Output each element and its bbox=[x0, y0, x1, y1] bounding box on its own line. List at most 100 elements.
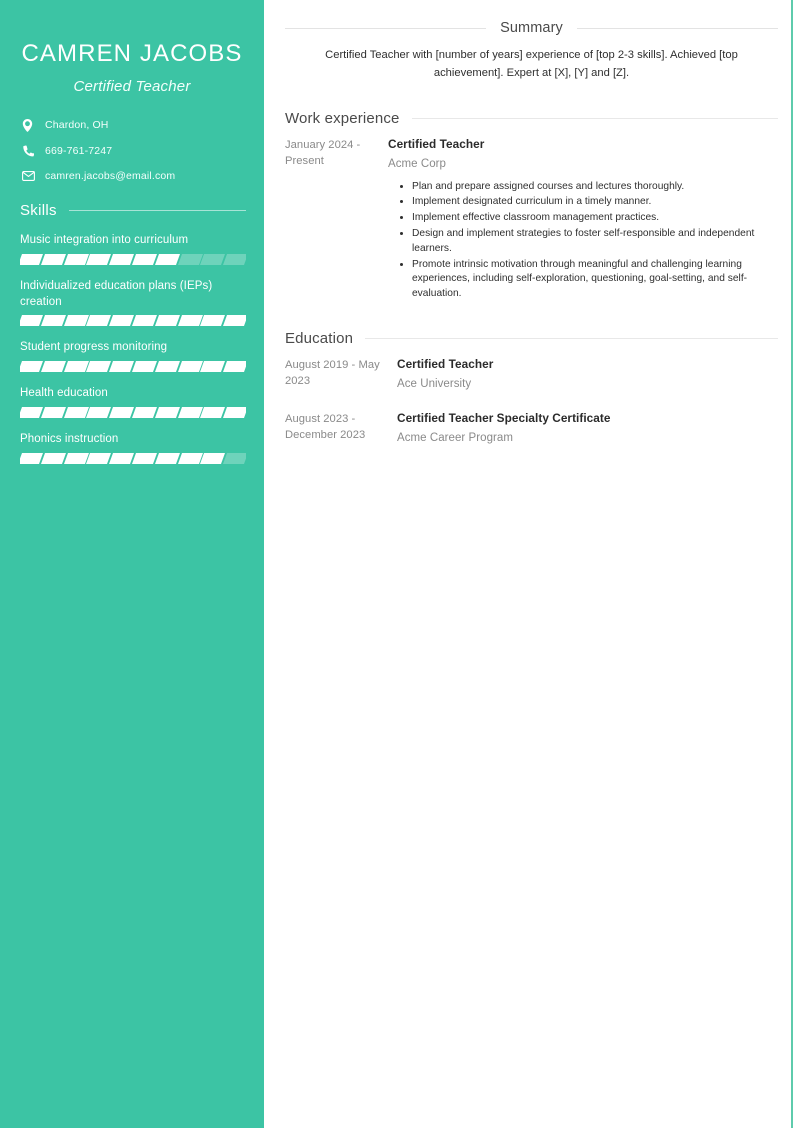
sidebar: CAMREN JACOBS Certified Teacher Chardon,… bbox=[0, 0, 264, 1128]
skill-level-bar bbox=[20, 407, 246, 419]
entry-organization: Acme Corp bbox=[388, 158, 446, 171]
entry-bullet: Implement effective classroom management… bbox=[412, 211, 778, 226]
skill-segment-filled bbox=[177, 407, 203, 419]
contact-location-value: Chardon, OH bbox=[45, 119, 109, 132]
skill-segment-filled bbox=[177, 452, 203, 464]
contact-phone: 669-761-7247 bbox=[22, 145, 246, 157]
summary-rule-left bbox=[285, 27, 487, 29]
identity-block: CAMREN JACOBS Certified Teacher bbox=[0, 0, 264, 95]
candidate-name: CAMREN JACOBS bbox=[21, 40, 243, 67]
education-heading: Education bbox=[285, 329, 354, 347]
experience-entry: August 2023 - December 2023 Certified Tea… bbox=[285, 410, 778, 448]
skill-segment-filled bbox=[86, 452, 112, 464]
skill-segment-filled bbox=[109, 452, 134, 464]
skill-segment-filled bbox=[63, 407, 89, 419]
location-pin-icon bbox=[22, 118, 38, 132]
entry-role: Certified Teacher bbox=[397, 356, 494, 371]
work-heading: Work experience bbox=[285, 109, 400, 127]
education-heading-row: Education bbox=[285, 330, 778, 347]
entry-role: Certified Teacher bbox=[388, 136, 485, 151]
skill-segment-filled bbox=[20, 361, 43, 373]
skill-level-bar bbox=[20, 253, 246, 265]
skill-segment-filled bbox=[131, 253, 157, 265]
summary-heading-row: Summary bbox=[285, 20, 778, 36]
skill-segment-empty bbox=[200, 253, 226, 265]
skill-segment-filled bbox=[86, 361, 112, 373]
skill-name: Student progress monitoring bbox=[20, 341, 168, 354]
skill-segment-empty bbox=[223, 452, 246, 464]
skill-segment-filled bbox=[131, 315, 157, 327]
skill-segment-filled bbox=[223, 315, 246, 327]
skill-segment-filled bbox=[63, 315, 89, 327]
skill-segment-filled bbox=[154, 253, 180, 265]
skill-segment-filled bbox=[131, 407, 157, 419]
main-content: Summary Certified Teacher with [number o… bbox=[264, 0, 800, 1128]
skill-segment-filled bbox=[40, 452, 66, 464]
skill-segment-filled bbox=[177, 361, 203, 373]
skill-segment-filled bbox=[200, 315, 226, 327]
skill-item: Phonics instruction bbox=[20, 432, 246, 464]
contact-location: Chardon, OH bbox=[22, 118, 246, 132]
skill-segment-filled bbox=[20, 452, 43, 464]
phone-icon bbox=[22, 145, 38, 157]
entry-body: Certified Teacher Specialty Certificate A… bbox=[397, 410, 778, 448]
skill-segment-filled bbox=[223, 407, 246, 419]
entry-organization: Acme Career Program bbox=[397, 432, 513, 445]
education-entry-list: August 2019 - May 2023 Certified Teacher A… bbox=[285, 356, 778, 448]
experience-entry: January 2024 - Present Certified Teacher A… bbox=[285, 136, 778, 303]
entry-bullet: Implement designated curriculum in a tim… bbox=[412, 195, 778, 210]
skills-heading-rule bbox=[68, 209, 246, 211]
candidate-title: Certified Teacher bbox=[73, 77, 191, 95]
skill-segment-filled bbox=[200, 361, 226, 373]
skill-segment-filled bbox=[40, 361, 66, 373]
skill-item: Music integration into curriculum bbox=[20, 233, 246, 265]
skill-level-bar bbox=[20, 452, 246, 464]
skill-name: Music integration into curriculum bbox=[20, 233, 189, 246]
skills-section: Skills Music integration into curriculum… bbox=[0, 202, 264, 464]
skill-segment-filled bbox=[154, 361, 180, 373]
summary-heading: Summary bbox=[500, 20, 563, 36]
skill-name: Individualized education plans (IEPs) cr… bbox=[20, 279, 213, 308]
skill-segment-empty bbox=[177, 253, 203, 265]
skill-segment-filled bbox=[200, 407, 226, 419]
skill-segment-filled bbox=[86, 253, 112, 265]
skill-segment-filled bbox=[200, 452, 226, 464]
skill-segment-filled bbox=[131, 452, 157, 464]
work-experience-section: Work experience January 2024 - Present Ce… bbox=[285, 110, 778, 303]
entry-body: Certified Teacher Acme Corp Plan and prepa… bbox=[384, 136, 778, 303]
skill-item: Student progress monitoring bbox=[20, 340, 246, 373]
skill-segment-filled bbox=[131, 361, 157, 373]
skills-list: Music integration into curriculum Individ… bbox=[20, 233, 246, 464]
work-heading-rule bbox=[411, 117, 778, 119]
entry-bullet: Promote intrinsic motivation through mea… bbox=[412, 258, 778, 302]
entry-dates: August 2019 - May 2023 bbox=[285, 358, 380, 388]
education-heading-rule bbox=[365, 337, 778, 339]
skill-segment-filled bbox=[109, 253, 134, 265]
skill-segment-filled bbox=[109, 407, 134, 419]
contact-phone-value: 669-761-7247 bbox=[45, 144, 113, 157]
skill-segment-filled bbox=[86, 407, 112, 419]
contact-email: camren.jacobs@email.com bbox=[22, 170, 246, 182]
education-section: Education August 2019 - May 2023 Certifie… bbox=[285, 330, 778, 448]
contact-email-value: camren.jacobs@email.com bbox=[45, 169, 176, 182]
entry-dates: August 2023 - December 2023 bbox=[285, 412, 366, 442]
experience-entry: August 2019 - May 2023 Certified Teacher A… bbox=[285, 356, 778, 394]
resume-document: CAMREN JACOBS Certified Teacher Chardon,… bbox=[0, 0, 800, 1128]
work-heading-row: Work experience bbox=[285, 110, 778, 127]
entry-role: Certified Teacher Specialty Certificate bbox=[397, 410, 611, 425]
skill-segment-filled bbox=[40, 407, 66, 419]
skill-segment-filled bbox=[223, 361, 246, 373]
skill-segment-filled bbox=[177, 315, 203, 327]
skill-segment-filled bbox=[109, 315, 134, 327]
summary-rule-right bbox=[576, 27, 778, 29]
skill-segment-filled bbox=[63, 452, 89, 464]
skill-name: Phonics instruction bbox=[20, 433, 119, 446]
skill-segment-filled bbox=[154, 315, 180, 327]
entry-dates: January 2024 - Present bbox=[285, 138, 361, 168]
skills-heading-row: Skills bbox=[20, 202, 246, 219]
skill-segment-filled bbox=[20, 253, 43, 265]
entry-organization: Ace University bbox=[397, 378, 472, 391]
contact-list: Chardon, OH 669-761-7247 camren.jacobs@e… bbox=[0, 118, 264, 182]
skill-segment-filled bbox=[40, 253, 66, 265]
skill-segment-filled bbox=[154, 452, 180, 464]
